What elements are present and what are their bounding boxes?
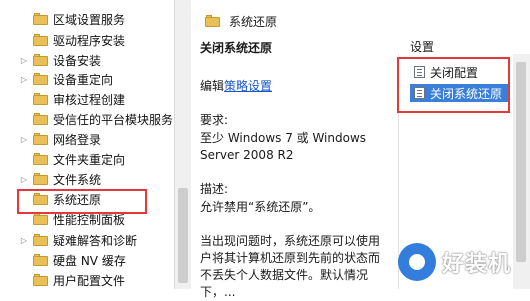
tree-item-label: 设备安装 [53,53,102,68]
setting-item[interactable]: 关闭配置 [410,63,484,81]
tree-item[interactable]: 硬盘 NV 缓存 [0,249,174,271]
folder-icon [33,254,48,266]
edit-prefix: 编辑 [200,79,225,93]
folder-icon [33,13,48,25]
policy-tree: 区域设置服务 驱动程序安装 ▷ 设备安装 ▷ 设备重定向 审核过程创建 受信任的… [0,0,174,289]
folder-icon [33,133,48,145]
folder-icon [33,73,48,85]
tree-item-label: 疑难解答和诊断 [53,233,138,248]
policy-setting-icon [414,66,425,78]
watermark: 好装机 [398,240,530,284]
setting-label: 关闭配置 [430,65,479,80]
description-label: 描述: [200,182,229,196]
tree-item[interactable]: ▷ 设备重定向 [0,68,174,90]
tree-item[interactable]: ▷ 文件系统 [0,168,174,190]
tree-item[interactable]: 受信任的平台模块服务 [0,108,174,130]
tree-item-label: 网络登录 [53,132,102,147]
requirements-line-2: Server 2008 R2 [200,148,294,162]
folder-icon [33,234,48,246]
tree-item[interactable]: 文件夹重定向 [0,148,174,170]
setting-label: 关闭系统还原 [430,86,503,101]
settings-scrollbar-thumb[interactable] [516,62,526,262]
edit-line: 编辑策略设置 [200,78,272,95]
tree-item[interactable]: 审核过程创建 [0,88,174,110]
requirements-line-1: 至少 Windows 7 或 Windows [200,131,367,145]
expand-arrow-icon[interactable]: ▷ [20,236,28,245]
tree-item[interactable]: 用户配置文件 [0,269,174,289]
tree-scrollbar-thumb[interactable] [178,188,188,283]
policy-settings-link[interactable]: 策略设置 [224,79,272,93]
tree-item-label: 性能控制面板 [53,212,126,227]
setting-item-selected[interactable]: 关闭系统还原 [410,84,509,102]
pane-title: 系统还原 [229,14,278,29]
folder-icon [33,213,48,225]
tree-item-label: 受信任的平台模块服务 [53,112,174,127]
description-text: 允许禁用“系统还原”。 [200,200,321,214]
expand-arrow-icon[interactable]: ▷ [20,175,28,184]
tree-item-label: 文件夹重定向 [53,152,126,167]
watermark-logo-icon [398,243,436,281]
tree-item-label: 文件系统 [53,172,102,187]
detail-line-2: 户将其计算机还原到先前的状态而 [200,251,381,265]
tree-item-label: 用户配置文件 [53,273,126,288]
tree-item[interactable]: ▷ 疑难解答和诊断 [0,229,174,251]
folder-icon [33,34,48,46]
detail-line-1: 当出现问题时，系统还原可以使用 [200,234,381,248]
tree-item-label: 区域设置服务 [53,12,126,27]
folder-icon [33,153,48,165]
folder-icon [205,15,220,27]
expand-arrow-icon[interactable]: ▷ [20,75,28,84]
folder-icon [33,193,48,205]
tree-item[interactable]: 性能控制面板 [0,208,174,230]
tree-scrollbar[interactable] [174,0,191,289]
expand-arrow-icon[interactable]: ▷ [20,56,28,65]
tree-item-label: 审核过程创建 [53,92,126,107]
watermark-text: 好装机 [442,252,512,277]
tree-item[interactable]: 区域设置服务 [0,8,174,30]
policy-setting-icon [414,87,425,99]
tree-item-label: 驱动程序安装 [53,33,126,48]
tree-item-label: 设备重定向 [53,72,114,87]
policy-title: 关闭系统还原 [200,41,273,55]
settings-column-header[interactable]: 设置 [410,38,434,55]
detail-line-4: 下，... [200,285,236,299]
tree-item-system-restore[interactable]: 系统还原 [0,188,174,210]
folder-icon [33,93,48,105]
folder-icon [33,173,48,185]
folder-icon [33,274,48,286]
folder-icon [33,113,48,125]
folder-icon [33,54,48,66]
tree-item[interactable]: ▷ 网络登录 [0,128,174,150]
detail-line-3: 不丢失个人数据文件。默认情况 [200,268,369,282]
expand-arrow-icon[interactable]: ▷ [20,135,28,144]
pane-header: 系统还原 [192,10,530,32]
requirements-label: 要求: [200,113,229,127]
tree-item-label: 系统还原 [53,192,102,207]
tree-item[interactable]: 驱动程序安装 [0,29,174,51]
tree-item-label: 硬盘 NV 缓存 [53,253,126,268]
